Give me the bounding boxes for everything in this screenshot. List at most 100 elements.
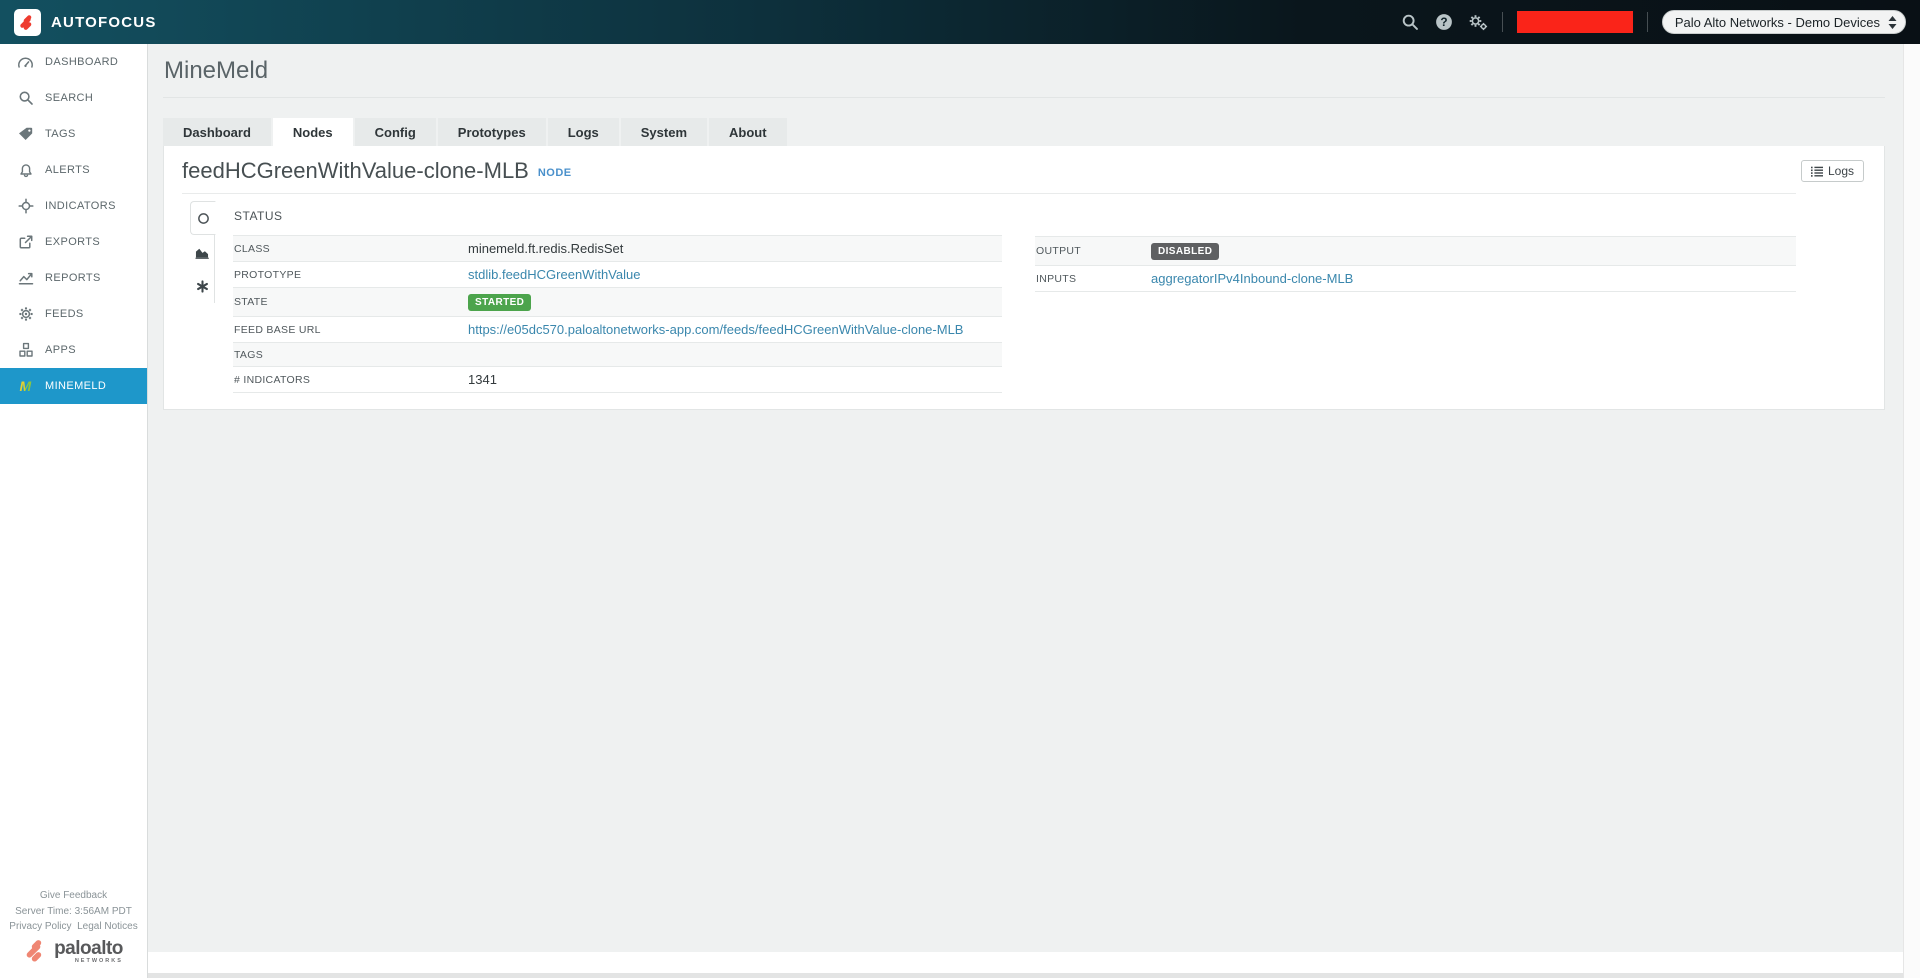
tab-nodes[interactable]: Nodes bbox=[273, 118, 353, 146]
sidebar-item-reports[interactable]: REPORTS bbox=[0, 260, 147, 296]
main-content: MineMeld Dashboard Nodes Config Prototyp… bbox=[148, 44, 1903, 952]
sidebar-item-label: SEARCH bbox=[45, 92, 93, 104]
tab-about[interactable]: About bbox=[709, 118, 787, 146]
tab-system[interactable]: System bbox=[621, 118, 707, 146]
tab-config[interactable]: Config bbox=[355, 118, 436, 146]
row-label: FEED BASE URL bbox=[233, 317, 467, 343]
status-section-title: STATUS bbox=[233, 201, 1002, 235]
minemeld-m-icon: M bbox=[17, 378, 34, 395]
sidebar-item-label: DASHBOARD bbox=[45, 56, 118, 68]
logs-button[interactable]: Logs bbox=[1801, 160, 1864, 182]
sidebar-item-label: ALERTS bbox=[45, 164, 90, 176]
sidebar-item-label: EXPORTS bbox=[45, 236, 100, 248]
row-label: INPUTS bbox=[1035, 266, 1150, 292]
legal-notices-link[interactable]: Legal Notices bbox=[77, 921, 138, 932]
search-icon[interactable] bbox=[1400, 12, 1420, 32]
server-time: Server Time: 3:56AM PDT bbox=[0, 904, 147, 920]
bell-icon bbox=[17, 162, 34, 179]
gear-icon bbox=[17, 306, 34, 323]
account-selector[interactable]: Palo Alto Networks - Demo Devices bbox=[1662, 10, 1906, 34]
sidebar-item-label: MINEMELD bbox=[45, 380, 106, 392]
status-section: STATUS CLASS minemeld.ft.redis.RedisSet … bbox=[233, 201, 1002, 393]
row-label: PROTOTYPE bbox=[233, 262, 467, 288]
chart-line-icon bbox=[17, 270, 34, 287]
tags-value bbox=[467, 343, 1002, 367]
app-title: AUTOFOCUS bbox=[51, 14, 157, 31]
sidebar-item-label: INDICATORS bbox=[45, 200, 116, 212]
tab-prototypes[interactable]: Prototypes bbox=[438, 118, 546, 146]
table-row: PROTOTYPE stdlib.feedHCGreenWithValue bbox=[233, 262, 1002, 288]
paloalto-logo: paloalto NETWORKS bbox=[0, 939, 147, 969]
crosshair-icon bbox=[17, 198, 34, 215]
sidebar-footer: Give Feedback Server Time: 3:56AM PDT Pr… bbox=[0, 888, 147, 968]
table-row: FEED BASE URL https://e05dc570.paloalton… bbox=[233, 317, 1002, 343]
tag-icon bbox=[17, 126, 34, 143]
state-badge: STARTED bbox=[468, 294, 531, 311]
privacy-policy-link[interactable]: Privacy Policy bbox=[9, 921, 71, 932]
sidebar: DASHBOARD SEARCH TAGS ALERTS INDICATORS bbox=[0, 44, 148, 978]
sidebar-item-feeds[interactable]: FEEDS bbox=[0, 296, 147, 332]
sidebar-item-alerts[interactable]: ALERTS bbox=[0, 152, 147, 188]
node-status-table: CLASS minemeld.ft.redis.RedisSet PROTOTY… bbox=[233, 235, 1002, 393]
asterisk-icon bbox=[196, 280, 209, 293]
table-row: STATE STARTED bbox=[233, 288, 1002, 317]
divider bbox=[1647, 12, 1648, 32]
node-header: feedHCGreenWithValue-clone-MLB NODE Logs bbox=[164, 146, 1884, 193]
page-header: MineMeld bbox=[163, 44, 1885, 98]
sidebar-item-label: FEEDS bbox=[45, 308, 84, 320]
tab-logs[interactable]: Logs bbox=[548, 118, 619, 146]
inputs-link[interactable]: aggregatorIPv4Inbound-clone-MLB bbox=[1151, 271, 1353, 286]
table-row: OUTPUT DISABLED bbox=[1035, 237, 1796, 266]
table-row: TAGS bbox=[233, 343, 1002, 367]
node-type-label: NODE bbox=[538, 167, 572, 179]
top-bar: AUTOFOCUS ? bbox=[0, 0, 1920, 44]
sidebar-item-label: REPORTS bbox=[45, 272, 101, 284]
autofocus-logo-icon bbox=[14, 9, 41, 36]
feed-base-url-link[interactable]: https://e05dc570.paloaltonetworks-app.co… bbox=[468, 322, 963, 337]
node-title: feedHCGreenWithValue-clone-MLB bbox=[182, 158, 529, 184]
divider bbox=[1502, 12, 1503, 32]
io-section: OUTPUT DISABLED INPUTS aggregatorIPv4Inb… bbox=[1035, 201, 1796, 292]
stats-view-tab[interactable] bbox=[190, 235, 215, 269]
account-selector-value: Palo Alto Networks - Demo Devices bbox=[1675, 15, 1880, 30]
sidebar-item-label: TAGS bbox=[45, 128, 76, 140]
give-feedback-link[interactable]: Give Feedback bbox=[40, 890, 107, 901]
sidebar-item-tags[interactable]: TAGS bbox=[0, 116, 147, 152]
circle-icon bbox=[197, 212, 210, 225]
sidebar-item-minemeld[interactable]: M MINEMELD bbox=[0, 368, 147, 404]
divider bbox=[182, 193, 1796, 194]
select-arrows-icon bbox=[1888, 16, 1897, 29]
node-detail-panel: feedHCGreenWithValue-clone-MLB NODE Logs bbox=[163, 146, 1885, 410]
row-label: STATE bbox=[233, 288, 467, 317]
tab-bar: Dashboard Nodes Config Prototypes Logs S… bbox=[163, 118, 1885, 146]
sidebar-item-apps[interactable]: APPS bbox=[0, 332, 147, 368]
tab-dashboard[interactable]: Dashboard bbox=[163, 118, 271, 146]
class-value: minemeld.ft.redis.RedisSet bbox=[467, 236, 1002, 262]
cubes-icon bbox=[17, 342, 34, 359]
node-view-tabs bbox=[190, 201, 215, 303]
user-menu-redacted[interactable] bbox=[1517, 11, 1633, 33]
list-icon bbox=[1811, 166, 1823, 177]
paloalto-wordmark: paloalto bbox=[54, 939, 123, 958]
row-label: OUTPUT bbox=[1035, 237, 1150, 266]
paloalto-networks-label: NETWORKS bbox=[75, 959, 123, 965]
table-row: # INDICATORS 1341 bbox=[233, 367, 1002, 393]
gauge-icon bbox=[17, 54, 34, 71]
gears-icon[interactable] bbox=[1468, 12, 1488, 32]
row-label: # INDICATORS bbox=[233, 367, 467, 393]
table-row: CLASS minemeld.ft.redis.RedisSet bbox=[233, 236, 1002, 262]
horizontal-scrollbar[interactable] bbox=[0, 973, 1920, 978]
sidebar-item-exports[interactable]: EXPORTS bbox=[0, 224, 147, 260]
brand: AUTOFOCUS bbox=[14, 9, 157, 36]
vertical-scrollbar[interactable] bbox=[1903, 44, 1920, 978]
sidebar-item-dashboard[interactable]: DASHBOARD bbox=[0, 44, 147, 80]
prototype-link[interactable]: stdlib.feedHCGreenWithValue bbox=[468, 267, 640, 282]
sidebar-item-indicators[interactable]: INDICATORS bbox=[0, 188, 147, 224]
output-badge: DISABLED bbox=[1151, 243, 1219, 260]
indicators-count: 1341 bbox=[467, 367, 1002, 393]
status-view-tab[interactable] bbox=[190, 201, 216, 235]
help-icon[interactable]: ? bbox=[1434, 12, 1454, 32]
row-label: CLASS bbox=[233, 236, 467, 262]
sidebar-item-search[interactable]: SEARCH bbox=[0, 80, 147, 116]
settings-view-tab[interactable] bbox=[190, 269, 215, 303]
